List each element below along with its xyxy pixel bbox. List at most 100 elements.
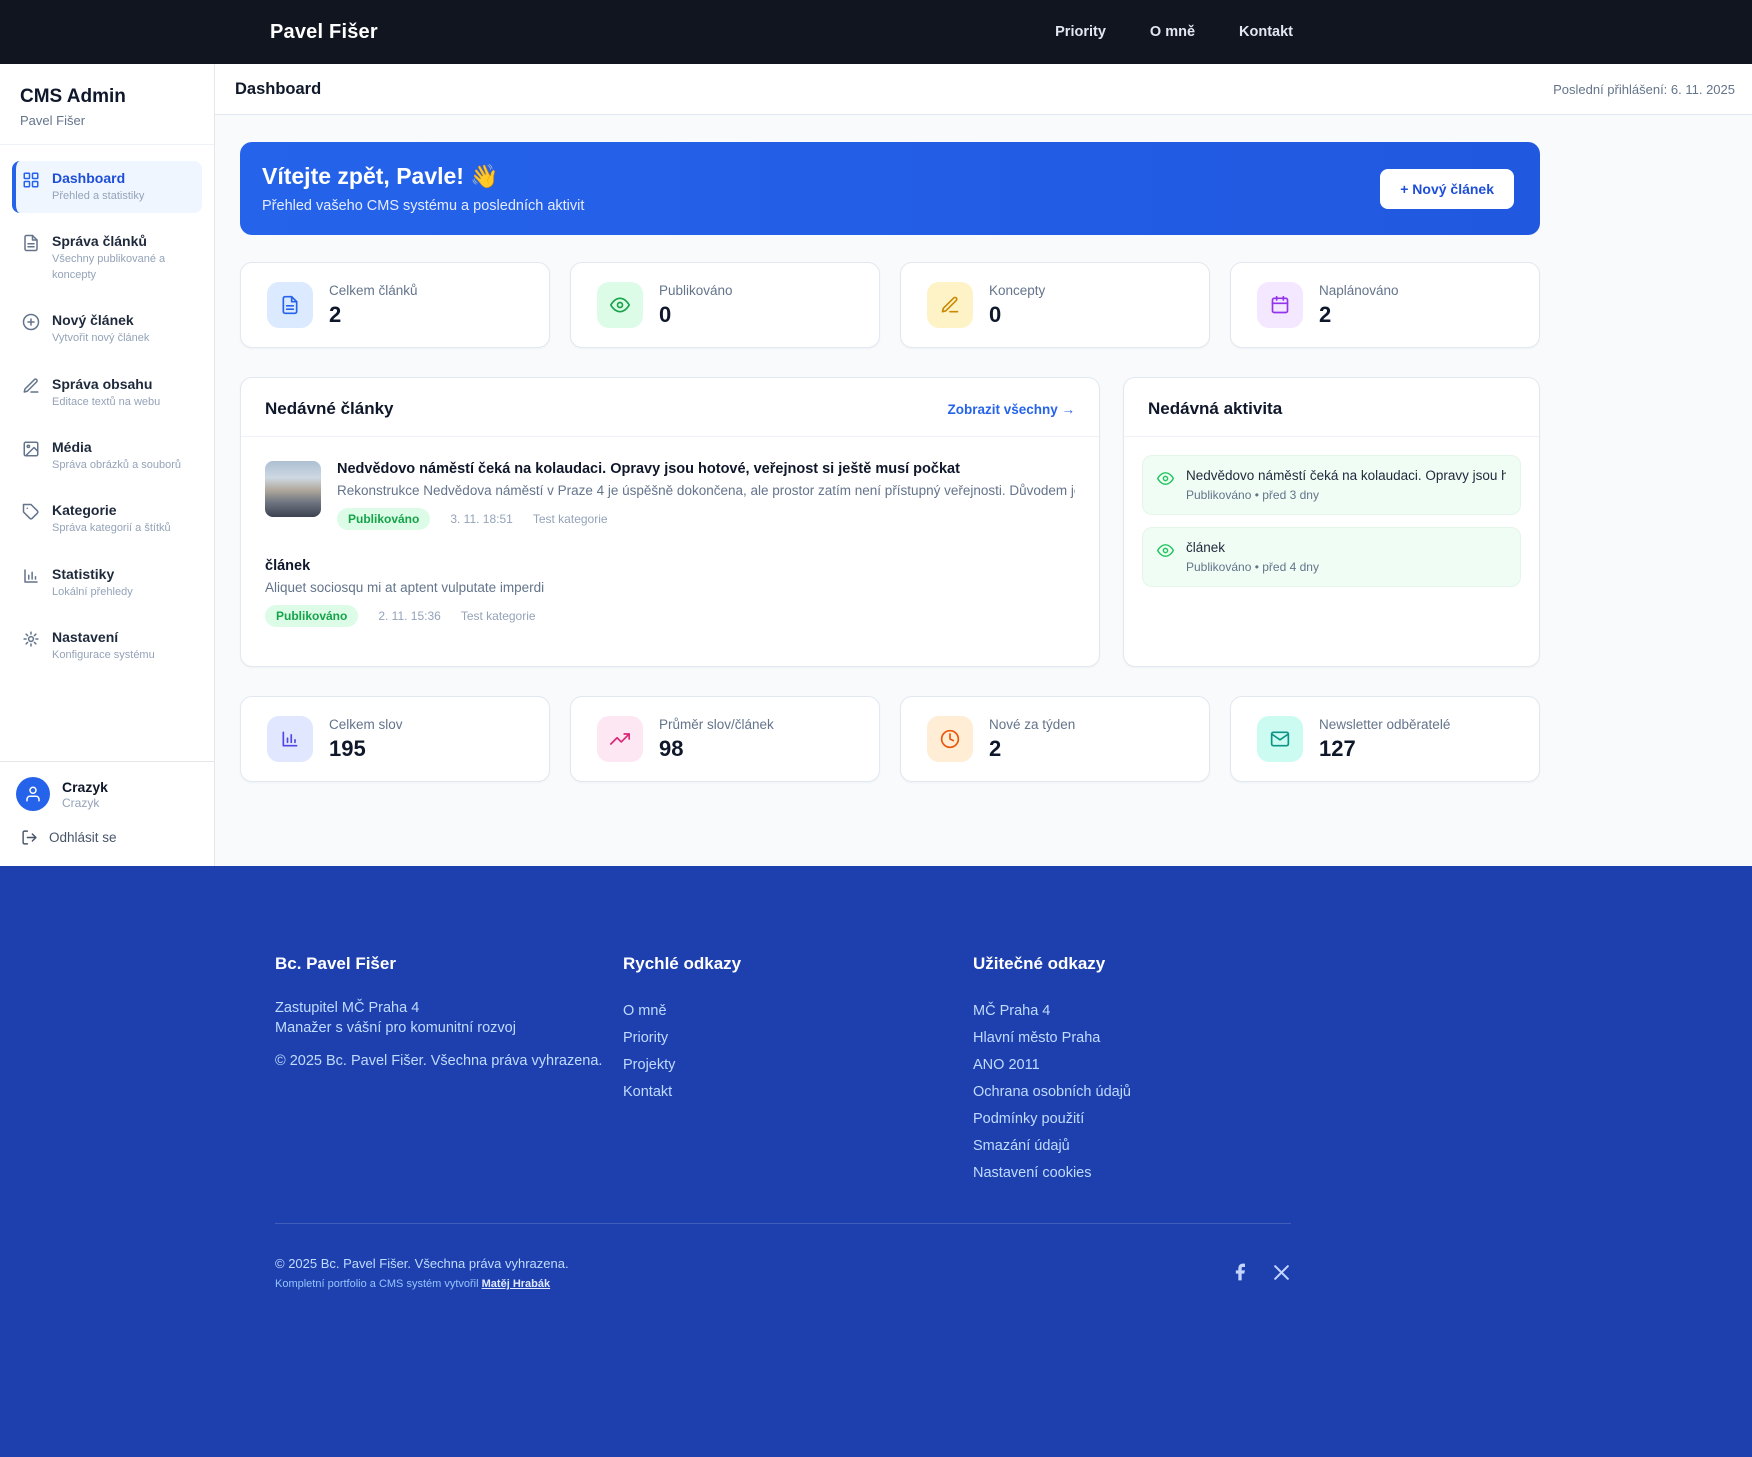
welcome-subtitle: Přehled vašeho CMS systému a posledních … <box>262 198 584 214</box>
welcome-title: Vítejte zpět, Pavle! 👋 <box>262 163 584 190</box>
sidebar-item-desc: Správa kategorií a štítků <box>52 521 171 536</box>
eye-icon <box>1157 542 1174 559</box>
status-badge: Publikováno <box>265 605 358 627</box>
footer-credit-link[interactable]: Matěj Hrabák <box>482 1278 550 1290</box>
image-icon <box>22 440 40 458</box>
tag-icon <box>22 503 40 521</box>
stat-label: Naplánováno <box>1319 283 1399 298</box>
stat-card-prumer-slov: Průměr slov/článek 98 <box>570 696 880 782</box>
bar-chart-icon <box>22 567 40 585</box>
dashboard-content: Vítejte zpět, Pavle! 👋 Přehled vašeho CM… <box>215 115 1540 866</box>
pencil-icon <box>927 282 973 328</box>
top-nav-links: Priority O mně Kontakt <box>1055 24 1293 40</box>
sidebar-item-nastaveni[interactable]: Nastavení Konfigurace systému <box>12 620 202 672</box>
topnav-link-kontakt[interactable]: Kontakt <box>1239 24 1293 40</box>
footer-link-smazani-udaju[interactable]: Smazání údajů <box>973 1133 1291 1160</box>
stat-card-newsletter: Newsletter odběratelé 127 <box>1230 696 1540 782</box>
document-icon <box>22 234 40 252</box>
sidebar-item-media[interactable]: Média Správa obrázků a souborů <box>12 430 202 482</box>
footer-link-hlavni-mesto-praha[interactable]: Hlavní město Praha <box>973 1025 1291 1052</box>
recent-activity-title: Nedávná aktivita <box>1148 399 1282 419</box>
sidebar-footer: Crazyk Crazyk Odhlásit se <box>0 761 214 866</box>
stat-value: 0 <box>659 302 733 328</box>
x-twitter-icon[interactable] <box>1272 1263 1291 1282</box>
gear-icon <box>22 630 40 648</box>
footer-link-ano-2011[interactable]: ANO 2011 <box>973 1052 1291 1079</box>
topnav-link-priority[interactable]: Priority <box>1055 24 1106 40</box>
last-login-text: Poslední přihlášení: 6. 11. 2025 <box>1553 82 1735 97</box>
stat-label: Koncepty <box>989 283 1045 298</box>
middle-section: Nedávné články Zobrazit všechny → Nedvěd… <box>240 377 1540 667</box>
sidebar-item-label: Správa obsahu <box>52 376 160 392</box>
top-navbar: Pavel Fišer Priority O mně Kontakt <box>0 0 1752 64</box>
sidebar-app-subtitle: Pavel Fišer <box>20 113 194 128</box>
footer-quick-links-column: Rychlé odkazy O mně Priority Projekty Ko… <box>623 954 973 1187</box>
footer-link-cookies[interactable]: Nastavení cookies <box>973 1160 1291 1187</box>
stat-card-koncepty: Koncepty 0 <box>900 262 1210 348</box>
pencil-icon <box>22 377 40 395</box>
calendar-icon <box>1257 282 1303 328</box>
sidebar-item-label: Dashboard <box>52 170 144 186</box>
main-area: Dashboard Poslední přihlášení: 6. 11. 20… <box>215 64 1752 866</box>
sidebar-item-sprava-clanku[interactable]: Správa článků Všechny publikované a konc… <box>12 224 202 292</box>
activity-list: Nedvědovo náměstí čeká na kolaudaci. Opr… <box>1124 437 1539 605</box>
sidebar-item-sprava-obsahu[interactable]: Správa obsahu Editace textů na webu <box>12 367 202 419</box>
bar-chart-icon <box>267 716 313 762</box>
document-icon <box>267 282 313 328</box>
topnav-link-o-mne[interactable]: O mně <box>1150 24 1195 40</box>
sidebar-item-statistiky[interactable]: Statistiky Lokální přehledy <box>12 557 202 609</box>
footer-link-projekty[interactable]: Projekty <box>623 1052 973 1079</box>
stat-value: 127 <box>1319 736 1450 762</box>
new-article-button[interactable]: + Nový článek <box>1380 169 1514 209</box>
avatar <box>16 777 50 811</box>
stat-card-publikovano: Publikováno 0 <box>570 262 880 348</box>
stat-value: 2 <box>1319 302 1399 328</box>
sidebar-item-desc: Vytvořit nový článek <box>52 331 149 346</box>
sidebar-item-label: Média <box>52 439 181 455</box>
stat-label: Newsletter odběratelé <box>1319 717 1450 732</box>
stat-card-naplanovano: Naplánováno 2 <box>1230 262 1540 348</box>
activity-item: Nedvědovo náměstí čeká na kolaudaci. Opr… <box>1142 455 1521 515</box>
stat-value: 98 <box>659 736 774 762</box>
logout-button[interactable]: Odhlásit se <box>16 829 198 846</box>
footer-link-o-mne[interactable]: O mně <box>623 998 973 1025</box>
user-subtitle: Crazyk <box>62 796 108 810</box>
footer-link-priority[interactable]: Priority <box>623 1025 973 1052</box>
footer-link-mc-praha-4[interactable]: MČ Praha 4 <box>973 998 1291 1025</box>
welcome-banner: Vítejte zpět, Pavle! 👋 Přehled vašeho CM… <box>240 142 1540 235</box>
footer-social <box>1230 1256 1291 1282</box>
stats-row-bottom: Celkem slov 195 Průměr slov/článek 98 <box>240 696 1540 782</box>
logout-icon <box>21 829 38 846</box>
facebook-icon[interactable] <box>1230 1262 1250 1282</box>
sidebar-item-desc: Přehled a statistiky <box>52 189 144 204</box>
sidebar-item-kategorie[interactable]: Kategorie Správa kategorií a štítků <box>12 493 202 545</box>
activity-title: článek <box>1186 540 1506 555</box>
view-all-link[interactable]: Zobrazit všechny → <box>947 402 1075 417</box>
page-title: Dashboard <box>235 80 321 99</box>
stat-label: Publikováno <box>659 283 733 298</box>
user-icon <box>24 785 42 803</box>
recent-activity-card: Nedávná aktivita Nedvědovo náměstí čeká … <box>1123 377 1540 667</box>
article-row[interactable]: Nedvědovo náměstí čeká na kolaudaci. Opr… <box>241 437 1099 530</box>
sidebar-header: CMS Admin Pavel Fišer <box>0 64 214 145</box>
sidebar-nav: Dashboard Přehled a statistiky Správa čl… <box>0 145 214 761</box>
article-category: Test kategorie <box>533 512 608 526</box>
footer-bottom-bar: © 2025 Bc. Pavel Fišer. Všechna práva vy… <box>275 1223 1291 1290</box>
eye-icon <box>1157 470 1174 487</box>
article-row[interactable]: článek Aliquet sociosqu mi at aptent vul… <box>241 530 1099 627</box>
sidebar-item-label: Kategorie <box>52 502 171 518</box>
sidebar-item-dashboard[interactable]: Dashboard Přehled a statistiky <box>12 161 202 213</box>
stat-card-nove-za-tyden: Nové za týden 2 <box>900 696 1210 782</box>
stats-row-top: Celkem článků 2 Publikováno 0 <box>240 262 1540 348</box>
stat-label: Celkem slov <box>329 717 403 732</box>
sidebar-item-novy-clanek[interactable]: Nový článek Vytvořit nový článek <box>12 303 202 355</box>
clock-icon <box>927 716 973 762</box>
sidebar-app-title: CMS Admin <box>20 86 194 108</box>
sidebar-item-desc: Lokální přehledy <box>52 585 133 600</box>
footer-link-ochrana-udaju[interactable]: Ochrana osobních údajů <box>973 1079 1291 1106</box>
sidebar-item-label: Nastavení <box>52 629 155 645</box>
footer-link-kontakt[interactable]: Kontakt <box>623 1079 973 1106</box>
footer-link-podminky[interactable]: Podmínky použití <box>973 1106 1291 1133</box>
sidebar-item-label: Správa článků <box>52 233 182 249</box>
footer-quick-links-title: Rychlé odkazy <box>623 954 973 974</box>
